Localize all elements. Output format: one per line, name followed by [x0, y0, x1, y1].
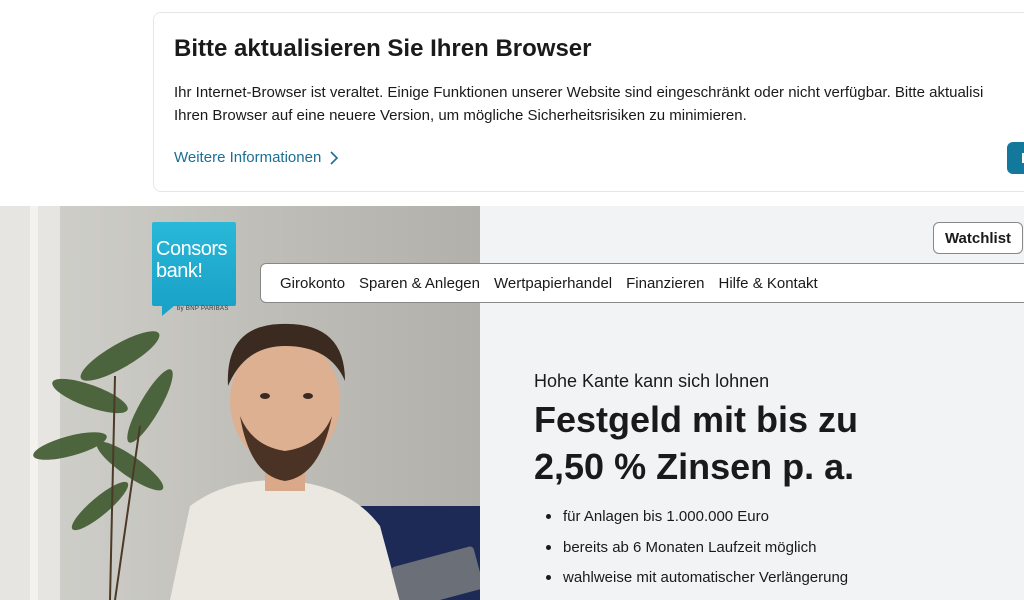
more-info-label: Weitere Informationen — [174, 149, 322, 166]
consorsbank-logo[interactable]: Consors bank! — [152, 222, 236, 316]
banner-text-line-1: Ihr Internet-Browser ist veraltet. Einig… — [174, 84, 984, 101]
nav-item-wertpapierhandel[interactable]: Wertpapierhandel — [494, 275, 612, 292]
hero-kicker: Hohe Kante kann sich lohnen — [534, 371, 770, 391]
banner-text: Ihr Internet-Browser ist veraltet. Einig… — [174, 81, 1024, 127]
hero-headline-line-2: 2,50 % Zinsen p. a. — [534, 446, 855, 487]
hero-headline-line-1: Festgeld mit bis zu — [534, 399, 859, 440]
browser-update-banner: Bitte aktualisieren Sie Ihren Browser Ih… — [153, 12, 1024, 192]
watchlist-button[interactable]: Watchlist — [933, 222, 1023, 254]
logo-text: Consors bank! — [156, 238, 227, 282]
nav-item-finanzieren[interactable]: Finanzieren — [626, 275, 704, 292]
list-item: bereits ab 6 Monaten Laufzeit möglich — [534, 536, 848, 567]
chevron-right-icon — [330, 150, 339, 165]
list-item: wahlweise mit automatischer Verlängerung — [534, 566, 848, 597]
main-navigation: Girokonto Sparen & Anlegen Wertpapierhan… — [260, 263, 1024, 303]
hero-headline: Festgeld mit bis zu 2,50 % Zinsen p. a. — [534, 396, 1004, 490]
banner-text-line-2: Ihren Browser auf eine neuere Version, u… — [174, 107, 747, 124]
list-item: für Anlagen bis 1.000.000 Euro — [534, 505, 848, 536]
nav-item-sparen-anlegen[interactable]: Sparen & Anlegen — [359, 275, 480, 292]
nav-item-hilfe-kontakt[interactable]: Hilfe & Kontakt — [719, 275, 818, 292]
logo-subtitle: by BNP PARIBAS — [177, 306, 229, 312]
update-browser-button[interactable]: I — [1007, 142, 1024, 174]
banner-title: Bitte aktualisieren Sie Ihren Browser — [174, 35, 592, 62]
nav-item-girokonto[interactable]: Girokonto — [280, 275, 345, 292]
hero-feature-list: für Anlagen bis 1.000.000 Euro bereits a… — [534, 505, 848, 597]
logo-speech-tail — [162, 306, 174, 316]
more-info-link[interactable]: Weitere Informationen — [174, 149, 339, 166]
